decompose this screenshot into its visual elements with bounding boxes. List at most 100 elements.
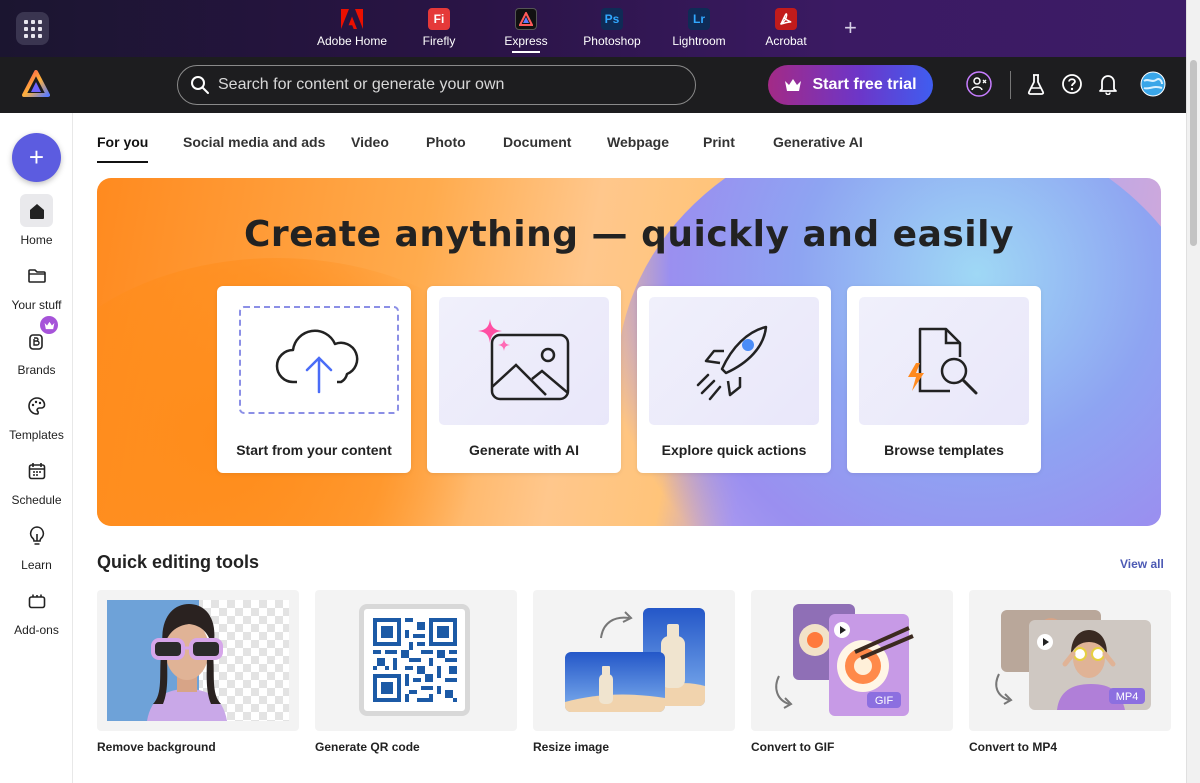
app-switcher-bar: Adobe Home Fi Firefly Express Ps Photosh… — [0, 0, 1200, 57]
app-label: Firefly — [422, 34, 456, 48]
firefly-icon: Fi — [428, 8, 450, 30]
gif-badge: GIF — [875, 695, 894, 707]
people-icon[interactable] — [966, 71, 992, 97]
app-acrobat[interactable]: Acrobat — [746, 8, 826, 48]
app-label: Photoshop — [583, 34, 641, 48]
card-label: Browse templates — [884, 442, 1004, 458]
browse-templates-card[interactable]: Browse templates — [847, 286, 1041, 473]
scrollbar-thumb[interactable] — [1190, 60, 1197, 246]
acrobat-icon — [775, 8, 797, 30]
templates-icon — [20, 389, 53, 422]
card-label: Generate with AI — [469, 442, 579, 458]
hero-banner: Create anything — quickly and easily Sta… — [97, 178, 1161, 526]
app-firefly[interactable]: Fi Firefly — [399, 8, 479, 48]
qr-code-thumbnail — [315, 590, 517, 731]
ai-image-icon — [439, 297, 609, 425]
remove-background-thumbnail — [97, 590, 299, 731]
app-adobe-home[interactable]: Adobe Home — [312, 8, 392, 48]
resize-image-tool[interactable]: Resize image — [533, 590, 735, 755]
sidebar-label: Learn — [21, 558, 52, 572]
app-lightroom[interactable]: Lr Lightroom — [659, 8, 739, 48]
help-icon[interactable] — [1059, 71, 1085, 97]
tab-photo[interactable]: Photo — [426, 134, 466, 150]
avatar[interactable] — [1140, 71, 1166, 97]
brand-icon — [20, 316, 58, 357]
lightbulb-icon — [20, 519, 53, 552]
cloud-upload-icon — [239, 306, 399, 414]
bell-icon[interactable] — [1095, 71, 1121, 97]
generate-qr-code-tool[interactable]: Generate QR code — [315, 590, 517, 755]
home-icon — [20, 194, 53, 227]
add-app-icon[interactable]: + — [844, 15, 857, 41]
photoshop-badge: Ps — [604, 12, 620, 26]
search-input[interactable]: Search for content or generate your own — [177, 65, 696, 105]
generate-with-ai-card[interactable]: Generate with AI — [427, 286, 621, 473]
convert-to-mp4-thumbnail: MP4 — [969, 590, 1171, 731]
apps-grid-button[interactable] — [16, 12, 49, 45]
sidebar-item-templates[interactable]: Templates — [0, 389, 73, 442]
firefly-badge: Fi — [433, 12, 445, 26]
sidebar-item-your-stuff[interactable]: Your stuff — [0, 259, 73, 312]
app-express[interactable]: Express — [486, 8, 566, 53]
calendar-icon — [20, 454, 53, 487]
tool-label: Remove background — [97, 740, 216, 754]
trial-label: Start free trial — [812, 76, 917, 93]
view-all-link[interactable]: View all — [1120, 557, 1164, 571]
app-label: Express — [504, 34, 548, 48]
active-indicator — [512, 51, 540, 53]
page-scrollbar[interactable] — [1186, 0, 1200, 783]
app-photoshop[interactable]: Ps Photoshop — [572, 8, 652, 48]
sidebar-item-schedule[interactable]: Schedule — [0, 454, 73, 507]
sidebar-label: Add-ons — [14, 623, 59, 637]
grid-icon — [23, 19, 42, 38]
explore-quick-actions-card[interactable]: Explore quick actions — [637, 286, 831, 473]
resize-image-thumbnail — [533, 590, 735, 731]
crown-icon — [785, 79, 802, 91]
convert-to-gif-thumbnail: GIF — [751, 590, 953, 731]
tab-document[interactable]: Document — [503, 134, 571, 150]
labs-flask-icon[interactable] — [1023, 71, 1049, 97]
tool-label: Resize image — [533, 740, 610, 754]
premium-crown-icon — [40, 316, 58, 334]
tab-for-you[interactable]: For you — [97, 134, 149, 163]
app-label: Lightroom — [672, 34, 726, 48]
convert-to-gif-tool[interactable]: GIF Convert to GIF — [751, 590, 953, 755]
main-navbar: Search for content or generate your own … — [0, 57, 1186, 113]
tool-label: Generate QR code — [315, 740, 420, 754]
rocket-icon — [649, 297, 819, 425]
sidebar-item-home[interactable]: Home — [0, 194, 73, 247]
create-new-button[interactable]: + — [12, 133, 61, 182]
sidebar-item-learn[interactable]: Learn — [0, 519, 73, 572]
qr-code-icon — [373, 618, 457, 702]
start-free-trial-button[interactable]: Start free trial — [768, 65, 933, 105]
sidebar-item-brands[interactable]: Brands — [0, 316, 73, 377]
tool-label: Convert to GIF — [751, 740, 835, 754]
tool-label: Convert to MP4 — [969, 740, 1058, 754]
tab-video[interactable]: Video — [351, 134, 389, 150]
search-placeholder: Search for content or generate your own — [218, 76, 505, 93]
sidebar-item-add-ons[interactable]: Add-ons — [0, 584, 73, 637]
lightroom-badge: Lr — [693, 12, 705, 26]
app-label: Acrobat — [765, 34, 807, 48]
folder-icon — [20, 259, 53, 292]
tab-generative-ai[interactable]: Generative AI — [773, 134, 863, 150]
sidebar-label: Schedule — [11, 493, 62, 507]
search-icon — [191, 76, 209, 94]
sidebar-label: Your stuff — [11, 298, 62, 312]
express-logo-icon[interactable] — [22, 70, 50, 98]
addons-icon — [20, 584, 53, 617]
card-label: Start from your content — [236, 442, 392, 458]
photoshop-icon: Ps — [601, 8, 623, 30]
sidebar-label: Brands — [17, 363, 56, 377]
remove-background-tool[interactable]: Remove background — [97, 590, 299, 755]
app-label: Adobe Home — [316, 34, 388, 48]
convert-to-mp4-tool[interactable]: MP4 Convert to MP4 — [969, 590, 1171, 755]
tab-webpage[interactable]: Webpage — [607, 134, 669, 150]
sidebar-label: Templates — [9, 428, 64, 442]
start-from-content-card[interactable]: Start from your content — [217, 286, 411, 473]
mp4-badge: MP4 — [1116, 691, 1139, 703]
tab-social-media-and-ads[interactable]: Social media and ads — [183, 134, 325, 150]
express-icon — [515, 8, 537, 30]
tab-print[interactable]: Print — [703, 134, 735, 150]
sidebar-label: Home — [20, 233, 53, 247]
